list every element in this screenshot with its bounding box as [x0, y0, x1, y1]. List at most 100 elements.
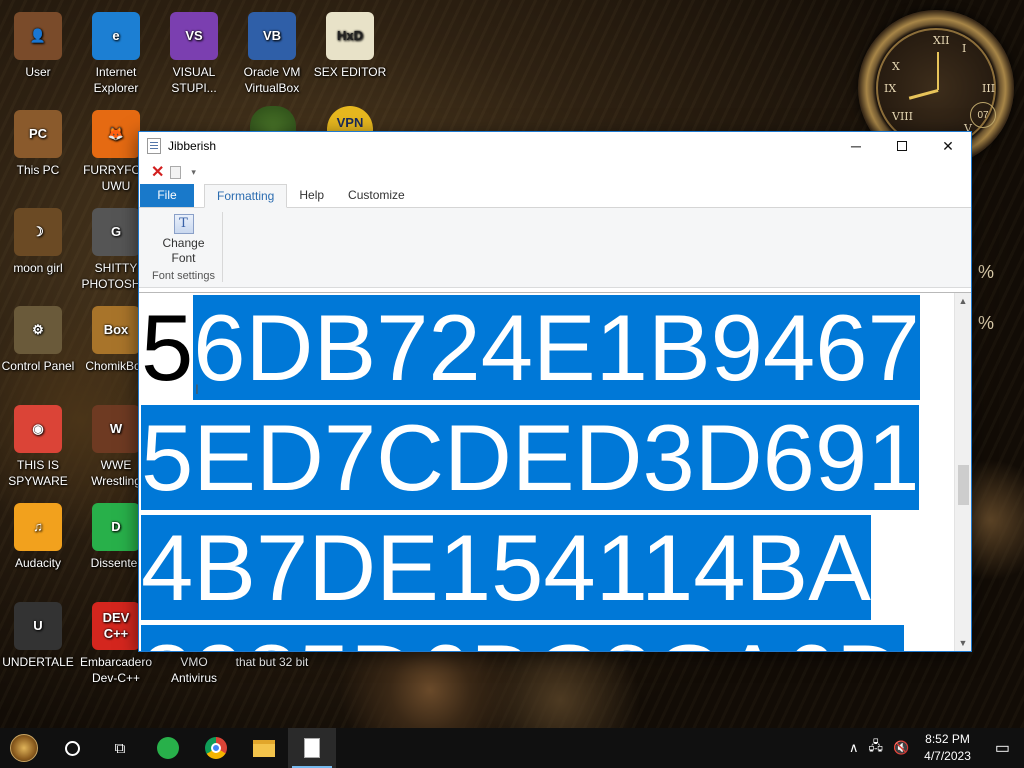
start-button[interactable] [0, 728, 48, 768]
app-icon: Box [92, 306, 140, 354]
desktop-icon-label: VMO Antivirus [170, 655, 217, 685]
editor-line: 4B7DE154114BA [141, 513, 957, 623]
quick-access-toolbar: ✕ ▾ [139, 160, 971, 184]
maximize-icon [897, 141, 907, 151]
desktop-icon-sex-editor[interactable]: HxD SEX EDITOR [312, 12, 388, 80]
selected-text: 6DB724E1B9467 [193, 295, 920, 400]
widget-percent-1: % [977, 262, 994, 282]
taskbar-jibberish[interactable] [288, 728, 336, 768]
editor-text-area[interactable]: 56DB724E1B9467 5ED7CDED3D691 4B7DE154114BA… [141, 293, 957, 651]
app-icon: VS [170, 12, 218, 60]
editor-line: 5ED7CDED3D691 [141, 403, 957, 513]
app-icon: G [92, 208, 140, 256]
widget-percent-2: % [977, 313, 994, 333]
app-icon: W [92, 405, 140, 453]
desktop-icon-label: moon girl [13, 261, 63, 275]
tab-formatting[interactable]: Formatting [204, 184, 288, 208]
title-bar[interactable]: Jibberish ─ ✕ [139, 132, 971, 160]
taskbar: ⧉ ∧ 🖧 🔇 8:52 PM 4/7/2023 ▭ [0, 728, 1024, 768]
app-icon: U [14, 602, 62, 650]
app-icon: 👤 [14, 12, 62, 60]
desktop-icon-label: Embarcadero Dev-C++ [79, 655, 153, 685]
minimize-icon: ─ [851, 138, 861, 154]
desktop-icon-label: Audacity [14, 556, 62, 570]
chrome-icon [205, 737, 227, 759]
taskbar-chrome[interactable] [192, 728, 240, 768]
taskbar-clock[interactable]: 8:52 PM 4/7/2023 [914, 731, 981, 765]
app-icon: PC [14, 110, 62, 158]
desktop-icon-audacity[interactable]: ♫ Audacity [0, 503, 76, 571]
desktop-icon-internet-explorer[interactable]: e Internet Explorer [78, 12, 154, 96]
desktop-icon-undertale[interactable]: U UNDERTALE [0, 602, 76, 670]
tab-help[interactable]: Help [287, 184, 336, 207]
app-icon: D [92, 503, 140, 551]
qat-dropdown-icon[interactable]: ▾ [191, 167, 196, 178]
desktop-icon-visual-stupi[interactable]: VS VISUAL STUPI... [156, 12, 232, 96]
ribbon-panel: T Change Font Font settings [139, 208, 971, 288]
app-icon: VB [248, 12, 296, 60]
new-document-icon[interactable] [170, 165, 182, 179]
scroll-up-icon[interactable]: ▲ [955, 293, 971, 310]
app-icon[interactable] [147, 138, 161, 154]
desktop-icon-user[interactable]: 👤 User [0, 12, 76, 80]
window-title: Jibberish [168, 139, 217, 153]
desktop-icon-moon-girl[interactable]: ☽ moon girl [0, 208, 76, 276]
change-font-label: Change Font [162, 236, 205, 264]
change-font-button[interactable]: T Change Font [158, 212, 210, 264]
scroll-down-icon[interactable]: ▼ [955, 635, 971, 651]
search-button[interactable] [48, 728, 96, 768]
taskbar-dissenter[interactable] [144, 728, 192, 768]
selected-text: 5ED7CDED3D691 [141, 405, 920, 510]
minimize-button[interactable]: ─ [833, 132, 879, 160]
maximize-button[interactable] [879, 132, 925, 160]
editor-line: 56DB724E1B9467 [141, 293, 957, 403]
app-icon: e [92, 12, 140, 60]
start-orb-icon [10, 734, 38, 762]
notepad-icon [304, 738, 320, 758]
desktop-icon-label: that but 32 bit [235, 655, 309, 669]
close-icon: ✕ [942, 137, 954, 154]
desktop-icon-label: THIS IS SPYWARE [8, 458, 68, 488]
folder-icon [253, 739, 275, 757]
text-cursor-icon: I [195, 381, 199, 397]
vpn-icon[interactable]: VPN [327, 106, 373, 134]
scroll-thumb[interactable] [958, 465, 969, 505]
app-icon: ◉ [14, 405, 62, 453]
tab-customize[interactable]: Customize [336, 184, 417, 207]
desktop-icon-control-panel[interactable]: ⚙ Control Panel [0, 306, 76, 374]
desktop-icon-label: SEX EDITOR [313, 65, 387, 79]
clock-date-dial: 07 [970, 102, 996, 128]
task-view-icon: ⧉ [114, 739, 126, 757]
app-icon: DEV C++ [92, 602, 140, 650]
clock-date: 4/7/2023 [924, 749, 971, 763]
tray-chevron-icon[interactable]: ∧ [844, 740, 864, 756]
unselected-text: 5 [141, 295, 194, 400]
close-button[interactable]: ✕ [925, 132, 971, 160]
notification-icon[interactable]: ▭ [981, 738, 1024, 758]
plant-icon[interactable] [250, 106, 296, 132]
desktop-icon-oracle-vm-virtualbox[interactable]: VB Oracle VM VirtualBox [234, 12, 310, 96]
desktop-icon-this-pc[interactable]: PC This PC [0, 110, 76, 178]
desktop-icon-label: VISUAL STUPI... [171, 65, 217, 95]
delete-icon[interactable]: ✕ [151, 162, 164, 182]
volume-muted-icon[interactable]: 🔇 [888, 740, 914, 756]
app-icon: HxD [326, 12, 374, 60]
clock-time: 8:52 PM [925, 732, 970, 746]
selected-text: 4B7DE154114BA [141, 515, 871, 620]
app-icon: ☽ [14, 208, 62, 256]
taskbar-file-explorer[interactable] [240, 728, 288, 768]
app-icon: ♫ [14, 503, 62, 551]
search-icon [64, 740, 80, 756]
vertical-scrollbar[interactable]: ▲ ▼ [954, 293, 971, 651]
desktop-icon-label: This PC [16, 163, 60, 177]
font-icon: T [173, 214, 194, 234]
text-editor[interactable]: 56DB724E1B9467 5ED7CDED3D691 4B7DE154114BA… [139, 292, 971, 651]
clock-face: XII III VI IX I X VIII V 07 [876, 28, 996, 148]
network-icon[interactable]: 🖧 [863, 737, 888, 759]
selected-text: 8985D6BC8CA6D [141, 625, 904, 651]
desktop-icon-label: User [25, 65, 51, 79]
tab-file[interactable]: File [140, 184, 194, 207]
desktop-icon-this-is-spyware[interactable]: ◉ THIS IS SPYWARE [0, 405, 76, 489]
task-view-button[interactable]: ⧉ [96, 728, 144, 768]
system-tray: ∧ 🖧 🔇 8:52 PM 4/7/2023 ▭ [844, 728, 1024, 768]
